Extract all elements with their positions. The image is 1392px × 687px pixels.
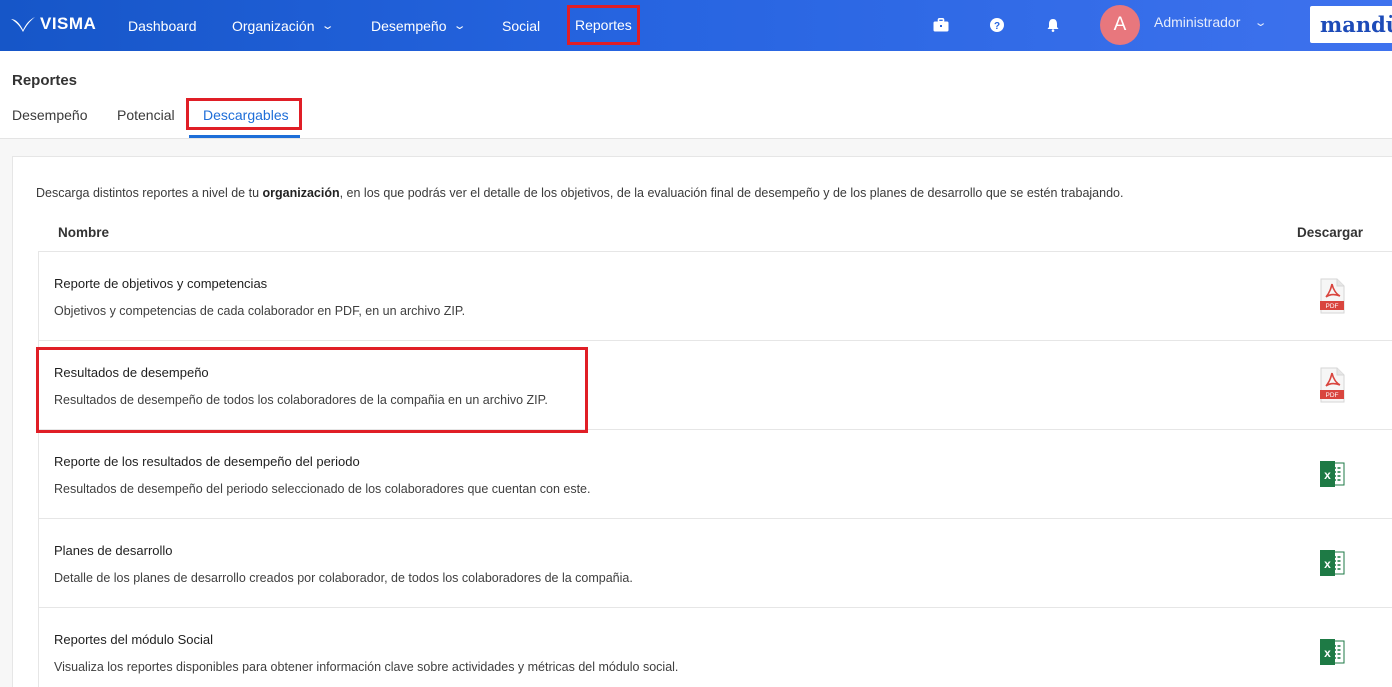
pdf-download-icon[interactable]: PDF (1317, 367, 1347, 403)
excel-download-icon[interactable]: x (1317, 634, 1347, 670)
nav-desempeno[interactable]: Desempeño ⌄ (371, 0, 467, 51)
list-item: Reporte de los resultados de desempeño d… (38, 429, 1392, 518)
list-item: Reporte de objetivos y competencias Obje… (38, 251, 1392, 340)
mandu-logo: mandü (1310, 6, 1392, 43)
excel-badge: x (1324, 468, 1331, 482)
nav-organizacion-label: Organización (232, 17, 315, 34)
report-description: Detalle de los planes de desarrollo crea… (54, 571, 633, 585)
column-header-name: Nombre (58, 225, 110, 240)
excel-badge: x (1324, 646, 1331, 660)
nav-reportes-label: Reportes (575, 17, 632, 33)
nav-social-label: Social (502, 17, 541, 34)
nav-organizacion[interactable]: Organización ⌄ (232, 0, 335, 51)
nav-reportes[interactable]: Reportes (567, 5, 640, 45)
bell-icon[interactable] (1044, 16, 1062, 34)
visma-logo[interactable]: VISMA (10, 13, 96, 35)
avatar-initial: A (1113, 14, 1127, 35)
report-title: Reportes del módulo Social (54, 632, 213, 647)
report-description: Objetivos y competencias de cada colabor… (54, 304, 466, 318)
report-description: Visualiza los reportes disponibles para … (54, 660, 679, 674)
svg-text:?: ? (994, 21, 1000, 32)
report-title: Reporte de los resultados de desempeño d… (54, 454, 360, 469)
highlight-box (186, 98, 302, 130)
chevron-down-icon: ⌄ (320, 20, 335, 32)
reports-description: Descarga distintos reportes a nivel de t… (36, 186, 1123, 200)
pdf-badge: PDF (1326, 392, 1339, 399)
chevron-down-icon: ⌄ (452, 20, 467, 32)
avatar[interactable]: A (1100, 5, 1140, 45)
desc-bold: organización (262, 186, 340, 200)
excel-badge: x (1324, 557, 1331, 571)
desc-text-2: , en los que podrás ver el detalle de lo… (339, 186, 1124, 200)
nav-social[interactable]: Social (502, 0, 540, 51)
page-title: Reportes (12, 72, 78, 89)
list-item: Planes de desarrollo Detalle de los plan… (38, 518, 1392, 607)
report-title: Reporte de objetivos y competencias (54, 276, 268, 291)
nav-dashboard-label: Dashboard (128, 17, 197, 34)
excel-download-icon[interactable]: x (1317, 545, 1347, 581)
brand-text: mandü (1320, 12, 1392, 37)
pdf-badge: PDF (1326, 303, 1339, 310)
column-header-download: Descargar (1297, 225, 1364, 240)
logo-text: VISMA (40, 14, 97, 33)
reports-list: Reporte de objetivos y competencias Obje… (38, 251, 1392, 687)
highlight-box (36, 347, 588, 433)
visma-swoosh-icon (11, 17, 35, 32)
nav-dashboard[interactable]: Dashboard (128, 0, 197, 51)
tab-potencial[interactable]: Potencial (117, 107, 175, 123)
nav-desempeno-label: Desempeño (371, 17, 447, 34)
chevron-down-icon: ⌄ (1254, 16, 1268, 29)
briefcase-icon[interactable] (932, 16, 950, 34)
help-icon[interactable]: ? (988, 16, 1006, 34)
tab-desempeno[interactable]: Desempeño (12, 107, 88, 123)
report-title: Planes de desarrollo (54, 543, 173, 558)
report-description: Resultados de desempeño del periodo sele… (54, 482, 591, 496)
user-menu[interactable]: Administrador ⌄ (1154, 0, 1268, 44)
excel-download-icon[interactable]: x (1317, 456, 1347, 492)
active-tab-indicator (189, 135, 300, 138)
list-item: Reportes del módulo Social Visualiza los… (38, 607, 1392, 687)
top-navbar: VISMA Dashboard Organización ⌄ Desempeño… (0, 0, 1392, 51)
page-header: Reportes Desempeño Potencial Descargable… (0, 51, 1392, 139)
user-name: Administrador (1154, 14, 1241, 30)
pdf-download-icon[interactable]: PDF (1317, 278, 1347, 314)
desc-text-1: Descarga distintos reportes a nivel de t… (36, 186, 263, 200)
